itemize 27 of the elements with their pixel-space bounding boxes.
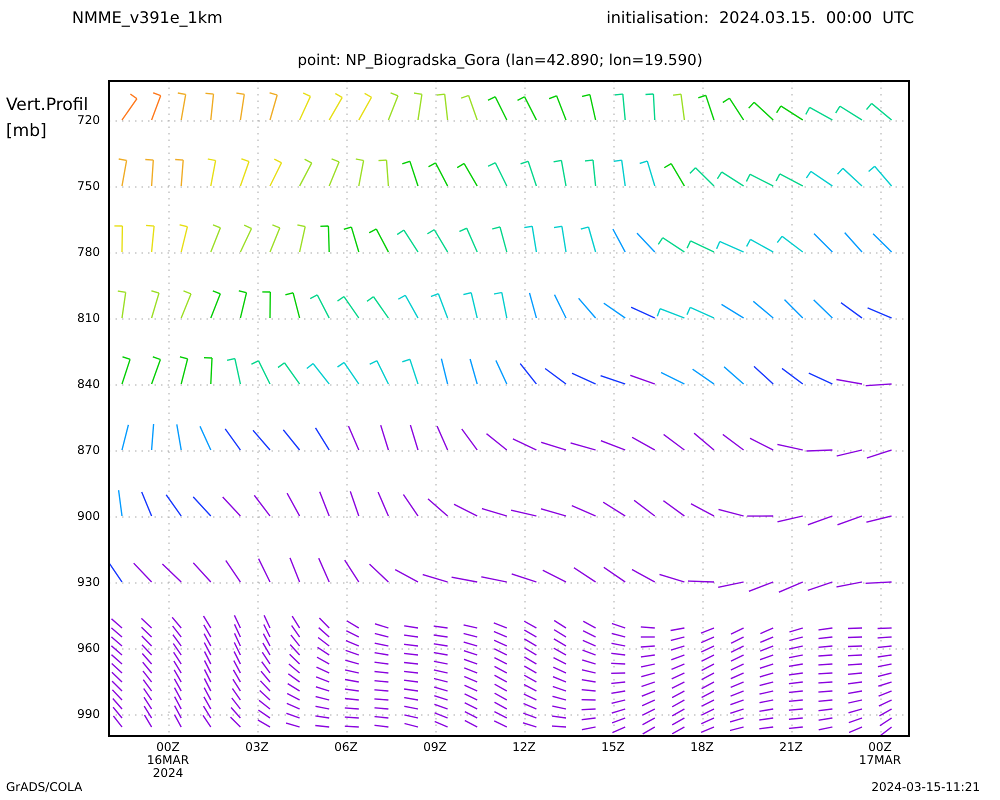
y-tick-label: 810 <box>77 310 100 328</box>
x-date-label: 16MAR <box>146 754 190 768</box>
chart-subtitle: point: NP_Biogradska_Gora (lan=42.890; lon=19.590) <box>297 51 703 72</box>
software-credit: GrADS/COLA <box>6 780 82 796</box>
generated-timestamp: 2024-03-15-11:21 <box>871 780 980 796</box>
y-tick-label: 780 <box>77 244 100 262</box>
x-tick-label: 03Z <box>245 741 269 754</box>
y-tick-label: 990 <box>77 706 100 722</box>
y-tick-label: 840 <box>77 376 100 394</box>
model-title: NMME_v391e_1km <box>72 8 223 29</box>
y-axis-unit: [mb] <box>6 120 47 142</box>
x-tick-label: 06Z <box>334 741 358 754</box>
x-tick-label: 00Z <box>868 741 892 754</box>
y-tick-label: 750 <box>77 178 100 196</box>
y-tick-label: 900 <box>77 508 100 526</box>
x-tick-label: 21Z <box>779 741 803 754</box>
x-tick-label: 09Z <box>423 741 447 754</box>
x-tick-label: 18Z <box>690 741 714 754</box>
y-tick-label: 930 <box>77 574 100 592</box>
initialisation-time: initialisation: 2024.03.15. 00:00 UTC <box>606 8 914 29</box>
y-tick-label: 960 <box>77 640 100 658</box>
x-date-label: 17MAR <box>858 754 902 768</box>
y-tick-label: 870 <box>77 442 100 460</box>
x-tick-label: 15Z <box>601 741 625 754</box>
x-year-label: 2024 <box>152 767 184 780</box>
x-tick-label: 00Z <box>156 741 180 754</box>
x-tick-label: 12Z <box>512 741 536 754</box>
